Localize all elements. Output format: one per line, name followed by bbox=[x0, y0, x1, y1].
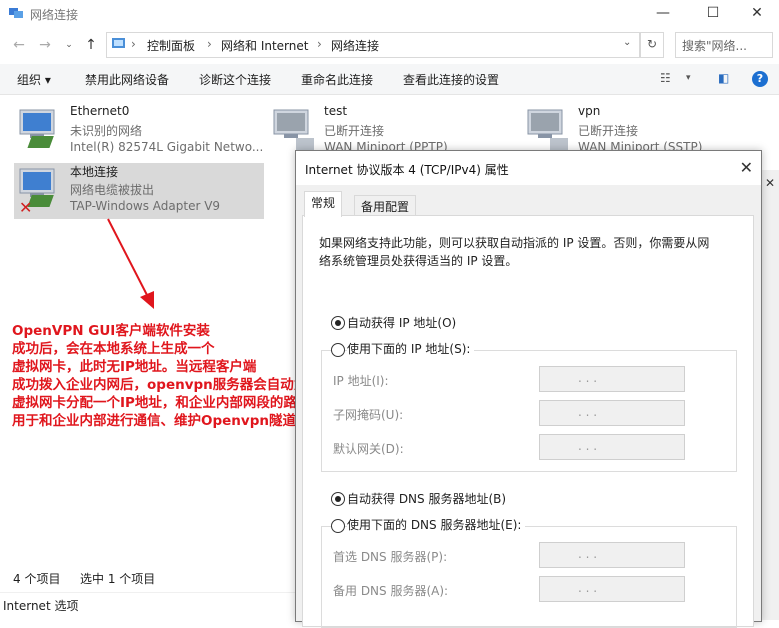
network-item-local-connection[interactable]: ✕ 本地连接 网络电缆被拔出 TAP-Windows Adapter V9 bbox=[14, 163, 264, 219]
help-icon[interactable]: ? bbox=[752, 71, 768, 87]
manual-dns-radio[interactable] bbox=[331, 519, 345, 533]
dialog-title: Internet 协议版本 4 (TCP/IPv4) 属性 bbox=[305, 163, 509, 177]
manual-ip-radio[interactable] bbox=[331, 343, 345, 357]
address-bar[interactable]: › 控制面板 › 网络和 Internet › 网络连接 ⌄ bbox=[106, 32, 640, 58]
network-adapter-icon: ✕ bbox=[19, 168, 55, 213]
preferred-dns-label: 首选 DNS 服务器(P): bbox=[333, 550, 448, 564]
item-count: 4 个项目 bbox=[13, 572, 61, 586]
dialog-title-bar: Internet 协议版本 4 (TCP/IPv4) 属性 ✕ bbox=[296, 151, 761, 185]
forward-arrow-icon[interactable]: → bbox=[36, 36, 54, 54]
manual-ip-label[interactable]: 使用下面的 IP 地址(S): bbox=[347, 340, 475, 357]
annotation-arrow bbox=[107, 218, 154, 309]
subnet-mask-field[interactable]: . . . bbox=[539, 400, 685, 426]
organize-menu[interactable]: 组织 ▾ bbox=[17, 71, 51, 88]
command-bar: 组织 ▾ 禁用此网络设备 诊断这个连接 重命名此连接 查看此连接的设置 ☷ ▾ … bbox=[0, 64, 779, 95]
network-folder-icon bbox=[9, 8, 23, 18]
diagnose-button[interactable]: 诊断这个连接 bbox=[199, 71, 271, 88]
ip-address-field[interactable]: . . . bbox=[539, 366, 685, 392]
breadcrumb-network-internet[interactable]: 网络和 Internet bbox=[221, 37, 308, 54]
network-adapter-icon bbox=[19, 109, 55, 148]
manual-dns-label[interactable]: 使用下面的 DNS 服务器地址(E): bbox=[347, 516, 526, 533]
view-dropdown-icon[interactable]: ▾ bbox=[686, 73, 691, 83]
minimize-button[interactable]: — bbox=[640, 0, 686, 28]
annotation-text: OpenVPN GUI客户端软件安装 成功后，会在本地系统上生成一个 虚拟网卡，… bbox=[12, 323, 350, 429]
status-bar: 4 个项目 选中 1 个项目 bbox=[0, 566, 300, 588]
title-bar: 网络连接 — ☐ ✕ bbox=[0, 0, 779, 28]
close-button[interactable]: ✕ bbox=[734, 0, 779, 28]
disable-device-button[interactable]: 禁用此网络设备 bbox=[85, 71, 169, 88]
address-dropdown-icon[interactable]: ⌄ bbox=[623, 37, 631, 48]
default-gateway-label: 默认网关(D): bbox=[333, 442, 404, 456]
ip-address-label: IP 地址(I): bbox=[333, 374, 389, 388]
internet-options-link[interactable]: Internet 选项 bbox=[3, 597, 78, 614]
view-options-icon[interactable]: ☷ bbox=[660, 71, 671, 85]
preferred-dns-field[interactable]: . . . bbox=[539, 542, 685, 568]
rename-button[interactable]: 重命名此连接 bbox=[301, 71, 373, 88]
ipv4-properties-dialog: Internet 协议版本 4 (TCP/IPv4) 属性 ✕ 常规 备用配置 … bbox=[295, 150, 762, 628]
tab-general[interactable]: 常规 bbox=[304, 191, 343, 217]
default-gateway-field[interactable]: . . . bbox=[539, 434, 685, 460]
vpn-adapter-icon bbox=[273, 109, 314, 152]
intro-text: 如果网络支持此功能，则可以获取自动指派的 IP 设置。否则，你需要从网 络系统管… bbox=[319, 236, 710, 268]
breadcrumb-network-connections[interactable]: 网络连接 bbox=[331, 37, 379, 54]
vpn-adapter-icon bbox=[527, 109, 568, 152]
control-panel-icon bbox=[112, 38, 125, 48]
back-arrow-icon[interactable]: ← bbox=[10, 36, 28, 54]
window-title: 网络连接 bbox=[30, 8, 79, 22]
selected-count: 选中 1 个项目 bbox=[80, 572, 156, 586]
navigation-bar: ← → ⌄ ↑ › 控制面板 › 网络和 Internet › 网络连接 ⌄ ↻… bbox=[0, 32, 779, 58]
auto-dns-radio[interactable] bbox=[331, 492, 345, 506]
view-settings-button[interactable]: 查看此连接的设置 bbox=[403, 71, 499, 88]
auto-ip-label[interactable]: 自动获得 IP 地址(O) bbox=[347, 314, 456, 331]
refresh-button[interactable]: ↻ bbox=[640, 32, 664, 58]
dialog-close-button[interactable]: ✕ bbox=[740, 158, 753, 177]
recent-dropdown-icon[interactable]: ⌄ bbox=[60, 36, 78, 54]
alternate-dns-field[interactable]: . . . bbox=[539, 576, 685, 602]
footer-bar: Internet 选项 bbox=[0, 592, 300, 615]
search-input[interactable]: 搜索"网络... bbox=[675, 32, 773, 58]
subnet-mask-label: 子网掩码(U): bbox=[333, 408, 404, 422]
breadcrumb-control-panel[interactable]: 控制面板 bbox=[147, 37, 195, 54]
svg-text:✕: ✕ bbox=[19, 198, 32, 213]
auto-ip-radio[interactable] bbox=[331, 316, 345, 330]
maximize-button[interactable]: ☐ bbox=[690, 0, 736, 28]
background-window-edge: ✕ bbox=[760, 170, 779, 620]
auto-dns-label[interactable]: 自动获得 DNS 服务器地址(B) bbox=[347, 490, 506, 507]
preview-pane-icon[interactable]: ◧ bbox=[718, 71, 729, 85]
close-icon[interactable]: ✕ bbox=[765, 176, 775, 190]
network-item-ethernet0[interactable]: Ethernet0 未识别的网络 Intel(R) 82574L Gigabit… bbox=[14, 104, 264, 160]
general-tab-pane: 如果网络支持此功能，则可以获取自动指派的 IP 设置。否则，你需要从网 络系统管… bbox=[302, 215, 754, 628]
up-arrow-icon[interactable]: ↑ bbox=[82, 36, 100, 54]
search-placeholder: 搜索"网络... bbox=[682, 39, 747, 53]
alternate-dns-label: 备用 DNS 服务器(A): bbox=[333, 584, 449, 598]
